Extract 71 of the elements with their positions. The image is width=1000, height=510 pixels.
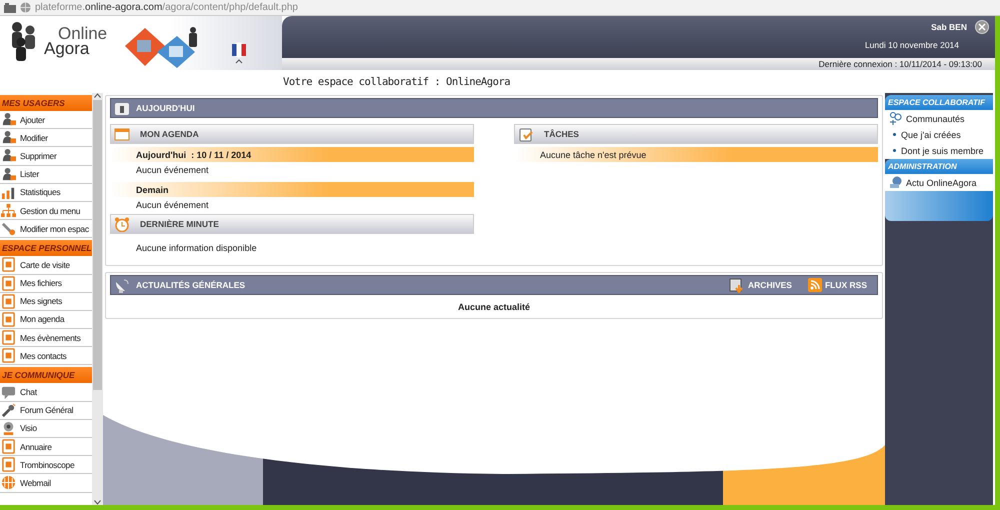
section-title: ACTUALITÉS GÉNÉRALES [136,280,246,290]
day-heading: Aujourd'hui : 10 / 11 / 2014 [136,150,252,160]
section-title: AUJOURD'HUI [136,103,195,113]
address-bar-url[interactable]: plateforme.online-agora.com/agora/content/php/default.php [35,2,298,13]
sidebar-item[interactable]: Annuaire [0,438,92,456]
page-title: Votre espace collaboratif : OnlineAgora [283,76,510,88]
panel-header: ESPACE COLLABORATIF [885,95,993,110]
flag-icon[interactable] [231,42,248,58]
sidebar-item[interactable]: Carte de visite [0,256,92,274]
rss-link[interactable]: FLUX RSS [808,278,867,292]
user-delete-icon [1,148,16,164]
day-heading: Demain [136,184,169,194]
community-icon [889,112,903,125]
sidebar-item[interactable]: Visio [0,420,92,438]
sidebar-item[interactable]: Modifier [0,129,92,148]
panel-subitem[interactable]: Dont je suis membre [889,144,993,157]
sidebar-item[interactable]: Mes fichiers [0,274,92,293]
sidebar-item[interactable]: Ajouter [0,111,92,130]
logo-text: Online [58,26,108,41]
user-edit-icon [1,130,16,146]
caret-icon[interactable] [235,58,244,64]
last-login: Dernière connexion : 10/11/2014 - 09:13:00 [818,59,982,69]
archives-link[interactable]: ARCHIVES [729,278,792,292]
user-list-icon [1,166,16,182]
alarm-clock-icon [114,216,130,232]
close-icon [978,23,986,31]
sidebar-item[interactable]: Mes évènements [0,329,92,348]
sidebar-item[interactable]: Lister [0,166,92,184]
sidebar-item[interactable]: Supprimer [0,147,92,166]
user-add-icon [1,112,16,128]
sidebar-item[interactable]: Modifier mon espac [0,220,92,238]
globe-icon [1,475,16,490]
microphone-icon [1,402,16,418]
sidebar-section-header: ESPACE PERSONNEL [0,240,92,256]
webcam-icon [1,420,16,436]
agenda-text: Aucun événement [136,164,209,174]
sidebar-item[interactable]: Trombinoscope [0,456,92,474]
satellite-dish-icon [114,278,130,292]
tabs-icon[interactable] [4,2,16,12]
scroll-up-icon[interactable] [94,93,101,98]
agenda-text: Aucun événement [136,200,209,210]
scrollbar[interactable] [92,93,103,505]
subsection-title: DERNIÈRE MINUTE [140,219,219,229]
sidebar-section-header: JE COMMUNIQUE [0,367,92,384]
news-text: Aucune actualité [456,302,532,312]
user-name: Sab BEN [931,22,967,32]
sidebar-item[interactable]: Webmail [0,474,92,493]
subsection-title: TÂCHES [544,129,579,139]
panel-header: ADMINISTRATION [885,159,993,174]
archive-download-icon [729,278,746,292]
sidebar-item[interactable]: Mon agenda [0,310,92,330]
sidebar-section-header: MES USAGERS [0,95,92,111]
current-date: Lundi 10 novembre 2014 [864,40,959,50]
rss-icon [808,278,822,292]
sidebar-item[interactable]: Forum Général [0,402,92,420]
panel-item[interactable]: Communautés [889,112,993,125]
sidebar-item[interactable]: Mes contacts [0,347,92,366]
clipboard-check-icon [518,126,534,142]
wrench-icon [1,221,16,236]
logo-text: Agora [44,41,90,56]
tasks-text: Aucune tâche n'est prévue [540,150,646,160]
sitemap-icon [1,203,16,218]
info-text: Aucune information disponible [136,242,257,252]
scroll-down-icon[interactable] [94,500,101,505]
subsection-title: MON AGENDA [140,129,199,139]
speech-bubble-icon [1,384,16,400]
close-button[interactable] [975,20,989,34]
panel-subitem[interactable]: Que j'ai créées [889,128,993,141]
sidebar-item[interactable]: Mes signets [0,292,92,311]
sidebar-item[interactable]: Gestion du menu [0,202,92,220]
globe-icon [20,2,31,13]
